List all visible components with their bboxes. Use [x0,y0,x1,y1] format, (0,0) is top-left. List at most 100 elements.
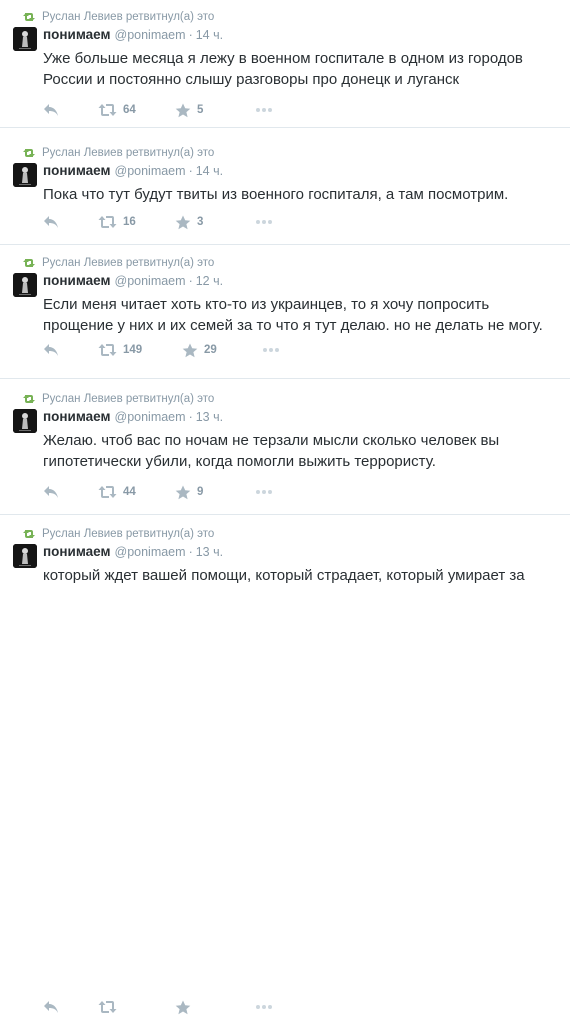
favorite-button[interactable]: 29 [182,342,217,358]
avatar[interactable] [13,544,37,568]
tweet-header: понимаем @ponimaem · 12 ч. [43,273,223,288]
more-dots-icon [255,489,273,495]
tweet-divider [0,244,570,245]
avatar[interactable] [13,273,37,297]
tweet-divider [0,514,570,515]
retweet-icon [22,11,36,23]
reply-button[interactable] [43,999,59,1015]
separator-dot: · [188,274,193,288]
separator-dot: · [188,545,193,559]
tweet-text: Пока что тут будут твиты из военного гос… [43,186,509,203]
retweet-button[interactable]: 149 [98,342,142,358]
more-button[interactable] [255,102,273,118]
retweet-button[interactable]: 64 [98,102,136,118]
tweet-text: Если меня читает хоть кто-то из украинце… [43,296,543,334]
retweet-icon [22,528,36,540]
retweet-button[interactable] [98,999,123,1015]
favorite-count: 3 [197,216,204,228]
retweet-icon [98,485,117,499]
reply-icon [43,1000,59,1014]
reply-icon [43,103,59,117]
retweet-context-text[interactable]: Руслан Левиев ретвитнул(а) это [42,257,214,269]
retweet-icon [98,343,117,357]
tweet-header: понимаем @ponimaem · 13 ч. [43,409,223,424]
retweet-count: 44 [123,486,136,498]
star-icon [175,485,191,500]
tweet-header: понимаем @ponimaem · 13 ч. [43,544,223,559]
retweet-context[interactable]: Руслан Левиев ретвитнул(а) это [22,527,214,541]
author-handle[interactable]: @ponimaem [115,164,186,178]
reply-icon [43,215,59,229]
reply-button[interactable] [43,102,59,118]
timestamp[interactable]: 13 ч. [196,410,223,424]
author-name[interactable]: понимаем [43,163,111,178]
author-handle[interactable]: @ponimaem [115,545,186,559]
tweet-text: Желаю. чтоб вас по ночам не терзали мысл… [43,432,500,470]
favorite-count: 5 [197,104,204,116]
author-name[interactable]: понимаем [43,27,111,42]
author-name[interactable]: понимаем [43,409,111,424]
favorite-count: 9 [197,486,204,498]
avatar[interactable] [13,163,37,187]
tweet-header: понимаем @ponimaem · 14 ч. [43,27,223,42]
reply-button[interactable] [43,342,59,358]
retweet-context[interactable]: Руслан Левиев ретвитнул(а) это [22,10,214,24]
favorite-button[interactable] [175,999,197,1015]
retweet-icon [98,103,117,117]
separator-dot: · [188,28,193,42]
retweet-icon [98,215,117,229]
favorite-button[interactable]: 5 [175,102,203,118]
retweet-context-text[interactable]: Руслан Левиев ретвитнул(а) это [42,528,214,540]
retweet-icon [22,393,36,405]
retweet-count: 64 [123,104,136,116]
reply-button[interactable] [43,484,59,500]
more-button[interactable] [255,214,273,230]
favorite-button[interactable]: 3 [175,214,203,230]
star-icon [175,1000,191,1015]
retweet-count: 149 [123,344,143,356]
timestamp[interactable]: 14 ч. [196,164,223,178]
author-name[interactable]: понимаем [43,544,111,559]
more-button[interactable] [262,342,280,358]
reply-icon [43,343,59,357]
tweet-divider [0,378,570,379]
retweet-button[interactable]: 44 [98,484,136,500]
more-button[interactable] [255,999,273,1015]
tweet-divider [0,127,570,128]
separator-dot: · [188,410,193,424]
retweet-context-text[interactable]: Руслан Левиев ретвитнул(а) это [42,11,214,23]
reply-icon [43,485,59,499]
retweet-button[interactable]: 16 [98,214,136,230]
more-dots-icon [255,107,273,113]
author-handle[interactable]: @ponimaem [115,410,186,424]
tweet-header: понимаем @ponimaem · 14 ч. [43,163,223,178]
retweet-count: 16 [123,216,136,228]
retweet-icon [98,1000,117,1014]
timestamp[interactable]: 13 ч. [196,545,223,559]
retweet-icon [22,147,36,159]
retweet-context[interactable]: Руслан Левиев ретвитнул(а) это [22,256,214,270]
more-dots-icon [255,1004,273,1010]
author-handle[interactable]: @ponimaem [115,28,186,42]
avatar[interactable] [13,409,37,433]
retweet-context-text[interactable]: Руслан Левиев ретвитнул(а) это [42,147,214,159]
author-handle[interactable]: @ponimaem [115,274,186,288]
retweet-context-text[interactable]: Руслан Левиев ретвитнул(а) это [42,393,214,405]
timestamp[interactable]: 12 ч. [196,274,223,288]
favorite-button[interactable]: 9 [175,484,203,500]
reply-button[interactable] [43,214,59,230]
separator-dot: · [188,164,193,178]
avatar[interactable] [13,27,37,51]
retweet-icon [22,257,36,269]
favorite-count: 29 [204,344,217,356]
more-button[interactable] [255,484,273,500]
more-dots-icon [255,219,273,225]
star-icon [182,343,198,358]
tweet-text: Уже больше месяца я лежу в военном госпи… [43,50,523,88]
retweet-context[interactable]: Руслан Левиев ретвитнул(а) это [22,146,214,160]
retweet-context[interactable]: Руслан Левиев ретвитнул(а) это [22,392,214,406]
star-icon [175,103,191,118]
timestamp[interactable]: 14 ч. [196,28,223,42]
star-icon [175,215,191,230]
author-name[interactable]: понимаем [43,273,111,288]
